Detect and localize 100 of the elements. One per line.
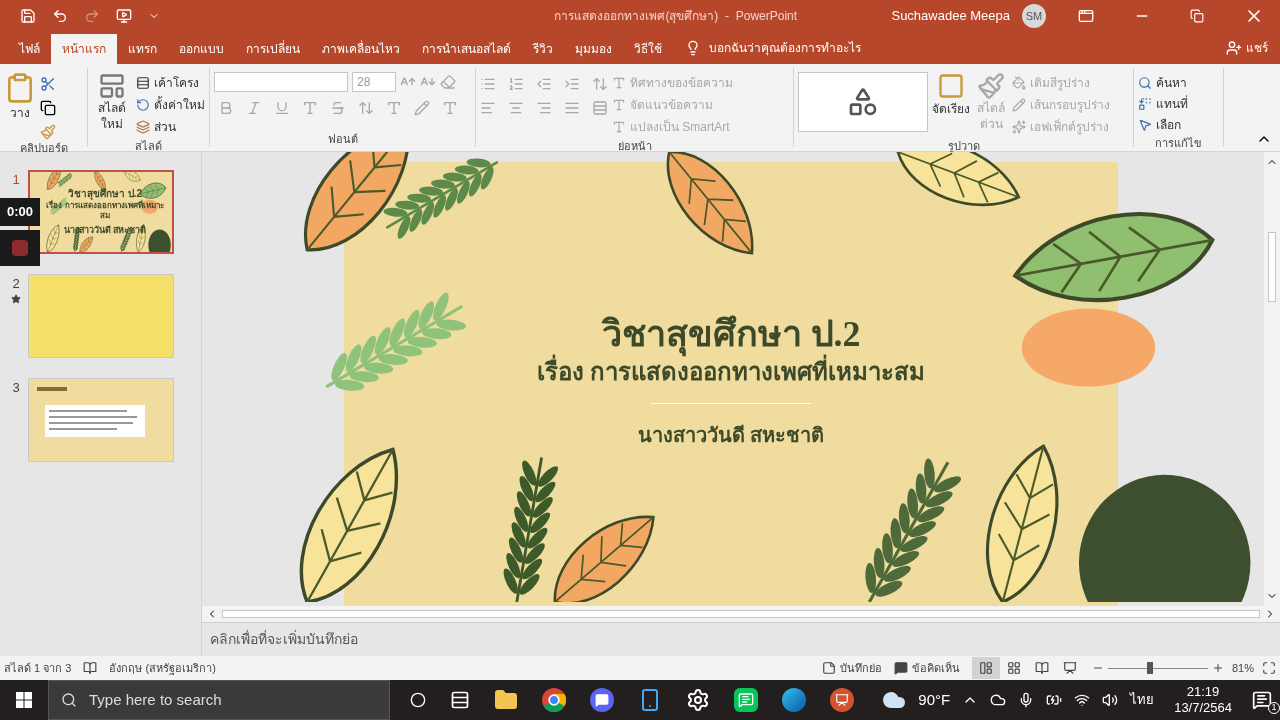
editing-command[interactable]: ค้นหา	[1138, 72, 1188, 93]
ribbon-tab[interactable]: มุมมอง	[564, 34, 623, 64]
align-left-icon[interactable]	[480, 100, 496, 116]
undo-icon[interactable]	[52, 8, 68, 24]
window-title: การแสดงออกทางเพศ(สุขศึกษา) - PowerPoint	[553, 8, 799, 25]
restore-icon[interactable]	[1190, 9, 1204, 23]
effects-icon	[1012, 120, 1026, 134]
ribbon-tab[interactable]: รีวิว	[522, 34, 564, 64]
highlight-icon[interactable]	[414, 100, 430, 116]
volume-icon[interactable]	[1102, 692, 1119, 708]
view-button[interactable]	[971, 657, 1000, 679]
paste-button[interactable]: วาง	[4, 72, 36, 122]
stop-recording-button[interactable]	[0, 229, 40, 266]
ribbon-tab[interactable]: ภาพเคลื่อนไหว	[311, 34, 411, 64]
notes-field[interactable]: คลิกเพื่อที่จะเพิ่มบันทึกย่อ	[210, 629, 1280, 650]
browser-icon[interactable]	[542, 688, 566, 712]
zoom-in-icon[interactable]	[1211, 662, 1224, 674]
scrollbar-thumb[interactable]	[1268, 232, 1276, 302]
italic-icon[interactable]	[246, 100, 262, 116]
group-label: สไลด์	[134, 139, 163, 154]
decrease-indent-icon[interactable]	[536, 76, 552, 92]
comments-button[interactable]: ข้อคิดเห็น	[893, 659, 960, 677]
section-icon	[136, 120, 150, 134]
group-label: คลิปบอร์ด	[18, 141, 69, 156]
ribbon-display-icon[interactable]	[1078, 8, 1094, 24]
line-spacing-icon[interactable]	[592, 76, 608, 92]
battery-icon[interactable]	[1046, 692, 1063, 708]
powerpoint-icon[interactable]	[830, 688, 854, 712]
align-right-icon[interactable]	[536, 100, 552, 116]
slide-thumbnail[interactable]	[28, 378, 174, 462]
font-name-field[interactable]	[214, 72, 348, 92]
ribbon-command[interactable]: ส่วน	[136, 116, 205, 138]
spelling-icon[interactable]	[83, 661, 98, 675]
slide-count: สไลด์ 1 จาก 3	[4, 660, 72, 676]
cut-icon[interactable]	[40, 76, 56, 92]
weather-temperature[interactable]: 90°F	[918, 688, 951, 712]
underline-icon[interactable]	[274, 100, 290, 116]
strikethrough-icon[interactable]	[330, 100, 346, 116]
vertical-scrollbar[interactable]	[1264, 152, 1280, 606]
thumbnail-title: วิชาสุขศึกษา ป.2	[67, 188, 143, 200]
shape-gallery[interactable]	[798, 72, 928, 132]
tell-me-field[interactable]: บอกฉันว่าคุณต้องการทำอะไร	[709, 39, 861, 57]
ribbon-command[interactable]: เค้าโครง	[136, 72, 205, 94]
input-language[interactable]: ไทย	[1130, 690, 1155, 710]
avatar[interactable]: SM	[1022, 4, 1046, 28]
notification-icon[interactable]	[1252, 690, 1272, 710]
edge-icon[interactable]	[782, 688, 806, 712]
ribbon-tab[interactable]: แทรก	[117, 34, 168, 64]
ribbon-command[interactable]: ตั้งค่าใหม่	[136, 94, 205, 116]
folder-icon[interactable]	[494, 688, 518, 712]
new-slide-button[interactable]: สไลด์ ใหม่	[92, 72, 132, 132]
zoom-slider[interactable]	[1107, 662, 1208, 674]
clock-date[interactable]: 13/7/2564	[1174, 700, 1232, 716]
sorter-view-icon	[1006, 661, 1021, 675]
messenger-icon[interactable]	[734, 688, 758, 712]
slide-thumbnail[interactable]	[28, 274, 174, 358]
onedrive-icon[interactable]	[990, 692, 1007, 708]
fill-icon	[1012, 76, 1026, 90]
ribbon-tab[interactable]: ออกแบบ	[168, 34, 235, 64]
spacing-icon[interactable]	[358, 100, 374, 116]
ribbon-tab[interactable]: วิธีใช้	[623, 34, 673, 64]
ribbon-tab[interactable]: หน้าแรก	[51, 34, 117, 64]
task-view-icon[interactable]	[450, 690, 470, 710]
wifi-icon[interactable]	[1074, 692, 1091, 708]
align-center-icon[interactable]	[508, 100, 524, 116]
bullets-icon[interactable]	[480, 76, 496, 92]
clock-time[interactable]: 21:19	[1186, 684, 1220, 700]
save-icon[interactable]	[20, 8, 36, 24]
ribbon-tab[interactable]: ไฟล์	[8, 34, 51, 64]
copy-icon[interactable]	[40, 100, 56, 116]
font-size-field[interactable]: 28	[352, 72, 396, 92]
comment-icon	[893, 661, 908, 675]
horizontal-scrollbar[interactable]	[202, 606, 1280, 622]
cortana-icon[interactable]	[410, 692, 426, 708]
format-painter-icon[interactable]	[40, 124, 56, 140]
clear-format-icon[interactable]	[440, 74, 456, 90]
ribbon-tab[interactable]: การนำเสนอสไลด์	[411, 34, 522, 64]
notes-icon	[821, 661, 836, 675]
editing-command[interactable]: แทนที่	[1138, 93, 1188, 114]
settings-icon[interactable]	[686, 688, 710, 712]
bold-icon[interactable]	[218, 100, 234, 116]
slideshow-icon[interactable]	[116, 8, 132, 24]
reset-icon	[136, 98, 150, 112]
chat-app-icon[interactable]	[590, 688, 614, 712]
search-icon	[61, 692, 77, 708]
share-button[interactable]: แชร์	[1226, 32, 1280, 64]
notes-button[interactable]: บันทึกย่อ	[821, 659, 882, 677]
ribbon-tab[interactable]: การเปลี่ยน	[235, 34, 311, 64]
language-status[interactable]: อังกฤษ (สหรัฐอเมริกา)	[109, 659, 216, 677]
editing-command[interactable]: เลือก	[1138, 114, 1188, 135]
slide-author: นางสาววันดี สหะชาติ	[638, 423, 824, 448]
justify-icon[interactable]	[564, 100, 580, 116]
taskbar-search-field[interactable]: Type here to search	[48, 680, 390, 720]
arrange-button[interactable]: จัดเรียง	[932, 72, 970, 118]
windows-logo-icon[interactable]	[16, 692, 32, 708]
zoom-level[interactable]: 81%	[1231, 659, 1254, 677]
increase-indent-icon[interactable]	[564, 76, 580, 92]
fit-slide-icon[interactable]	[1262, 661, 1276, 675]
numbering-icon[interactable]	[508, 76, 524, 92]
user-name: Suchawadee Meepa	[891, 7, 1010, 26]
